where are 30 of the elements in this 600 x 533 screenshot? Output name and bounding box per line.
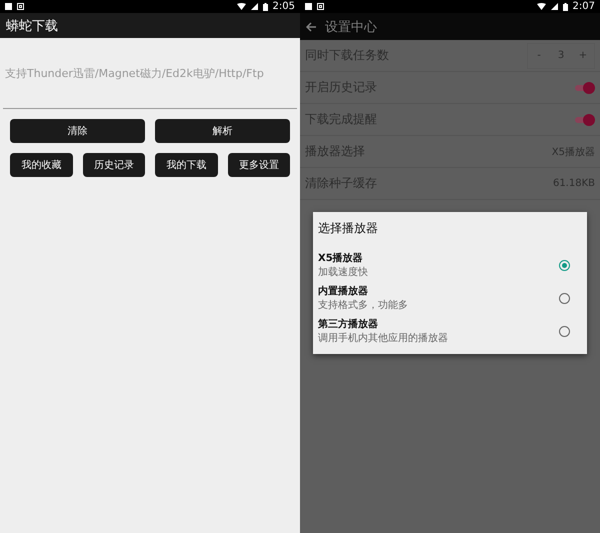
menu-button[interactable]: 我的收藏 <box>10 153 72 177</box>
toggle-switch[interactable] <box>575 82 595 94</box>
menu-button[interactable]: 历史记录 <box>82 153 145 177</box>
page-title: 设置中心 <box>325 18 377 36</box>
link-input-field[interactable]: 支持Thunder迅雷/Magnet磁力/Ed2k电驴/Http/Ftp <box>3 38 297 109</box>
option-description: 调用手机内其他应用的播放器 <box>318 332 449 345</box>
option-label: 内置播放器 <box>318 284 369 298</box>
wifi-icon <box>536 3 546 10</box>
toggle-switch[interactable] <box>575 114 595 126</box>
dialog-title: 选择播放器 <box>317 220 379 237</box>
option-label: X5播放器 <box>318 252 364 265</box>
option-description: 支持格式多，功能多 <box>318 298 409 312</box>
signal-icon <box>250 3 258 10</box>
wifi-icon <box>236 3 246 10</box>
option-description: 加载速度快 <box>318 266 369 279</box>
signal-icon <box>550 3 558 10</box>
action-button[interactable]: 清除 <box>10 119 145 143</box>
radio-button[interactable] <box>559 260 570 270</box>
option-label: 第三方播放器 <box>318 317 379 331</box>
status-time: 2:05 <box>272 1 295 12</box>
app-title: 蟒蛇下载 <box>6 18 58 34</box>
back-arrow-icon[interactable] <box>306 22 317 32</box>
radio-button[interactable] <box>559 326 570 336</box>
menu-button[interactable]: 我的下载 <box>155 153 218 177</box>
battery-icon <box>562 2 568 10</box>
radio-button[interactable] <box>559 292 570 304</box>
action-button[interactable]: 解析 <box>155 119 290 143</box>
status-time: 2:07 <box>572 1 595 12</box>
battery-icon <box>262 2 268 10</box>
menu-button[interactable]: 更多设置 <box>228 153 290 177</box>
